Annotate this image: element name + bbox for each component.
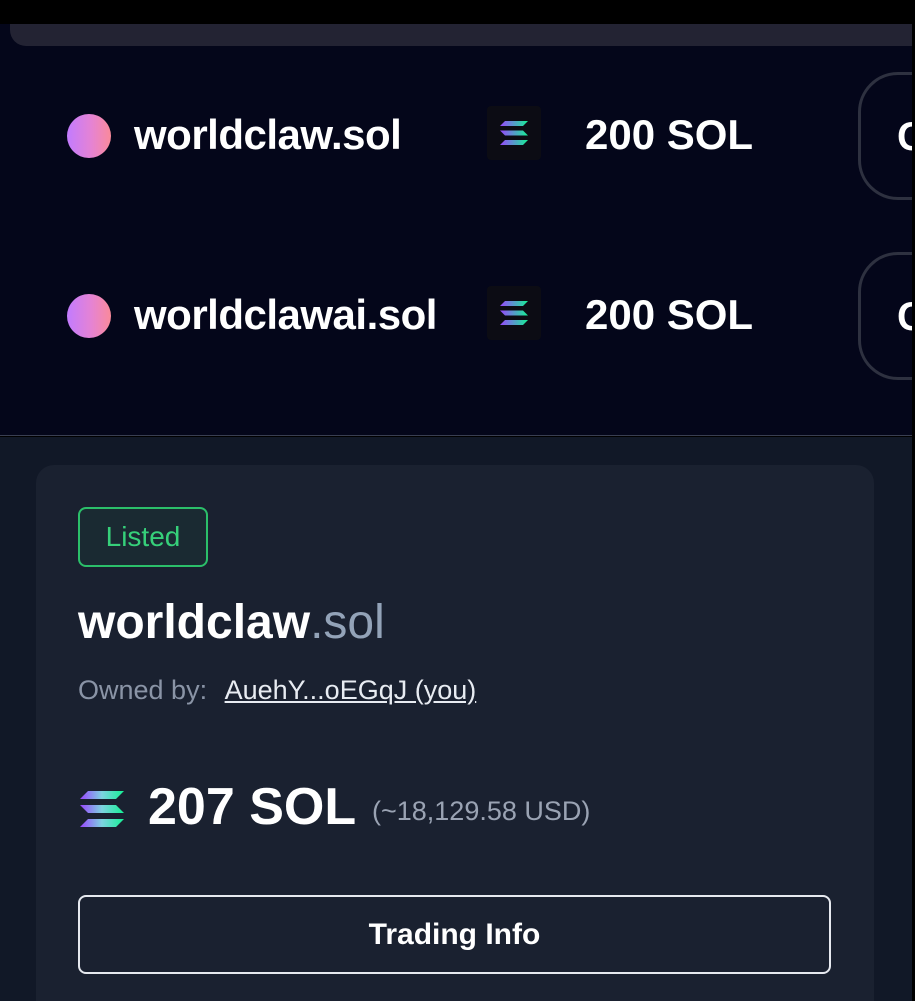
domain-name: worldclaw — [78, 596, 311, 649]
listing-price: 200 SOL — [585, 291, 754, 338]
listing-action-button[interactable]: C — [858, 72, 912, 200]
listing-domain[interactable]: worldclawai.sol — [134, 291, 437, 339]
domain-tld: .sol — [310, 596, 385, 649]
domain-avatar-icon — [67, 294, 111, 338]
price-row: 207 SOL (~18,129.58 USD) — [78, 777, 778, 847]
listing-price: 200 SOL — [585, 111, 754, 158]
listing-domain[interactable]: worldclaw.sol — [134, 111, 402, 159]
owner-line: Owned by: AuehY...oEGqJ (you) — [78, 675, 476, 706]
trading-info-button[interactable]: Trading Info — [78, 895, 831, 974]
domain-detail-card: Listed worldclaw.sol Owned by: AuehY...o… — [36, 465, 874, 1001]
price-usd: (~18,129.58 USD) — [372, 796, 591, 826]
domain-detail-panel: Listed worldclaw.sol Owned by: AuehY...o… — [0, 437, 912, 1001]
listing-price: 207 SOL — [148, 778, 357, 836]
panel-header-strip — [10, 24, 912, 46]
owner-address-link[interactable]: AuehY...oEGqJ (you) — [225, 675, 477, 705]
owner-label: Owned by: — [78, 675, 208, 705]
status-bar-area — [0, 0, 915, 24]
listing-row[interactable]: worldclawai.sol 200 SOL C — [0, 249, 912, 380]
listing-action-label: C — [897, 115, 912, 160]
solana-icon — [487, 286, 541, 340]
listing-action-label: C — [897, 295, 912, 340]
listings-panel: worldclaw.sol 200 SOL C worldclawai.sol — [0, 24, 912, 436]
domain-avatar-icon — [67, 114, 111, 158]
page-title: worldclaw.sol — [78, 595, 385, 650]
solana-icon — [80, 791, 124, 827]
listing-row[interactable]: worldclaw.sol 200 SOL C — [0, 69, 912, 200]
status-badge: Listed — [78, 507, 208, 567]
listing-action-button[interactable]: C — [858, 252, 912, 380]
solana-icon — [487, 106, 541, 160]
